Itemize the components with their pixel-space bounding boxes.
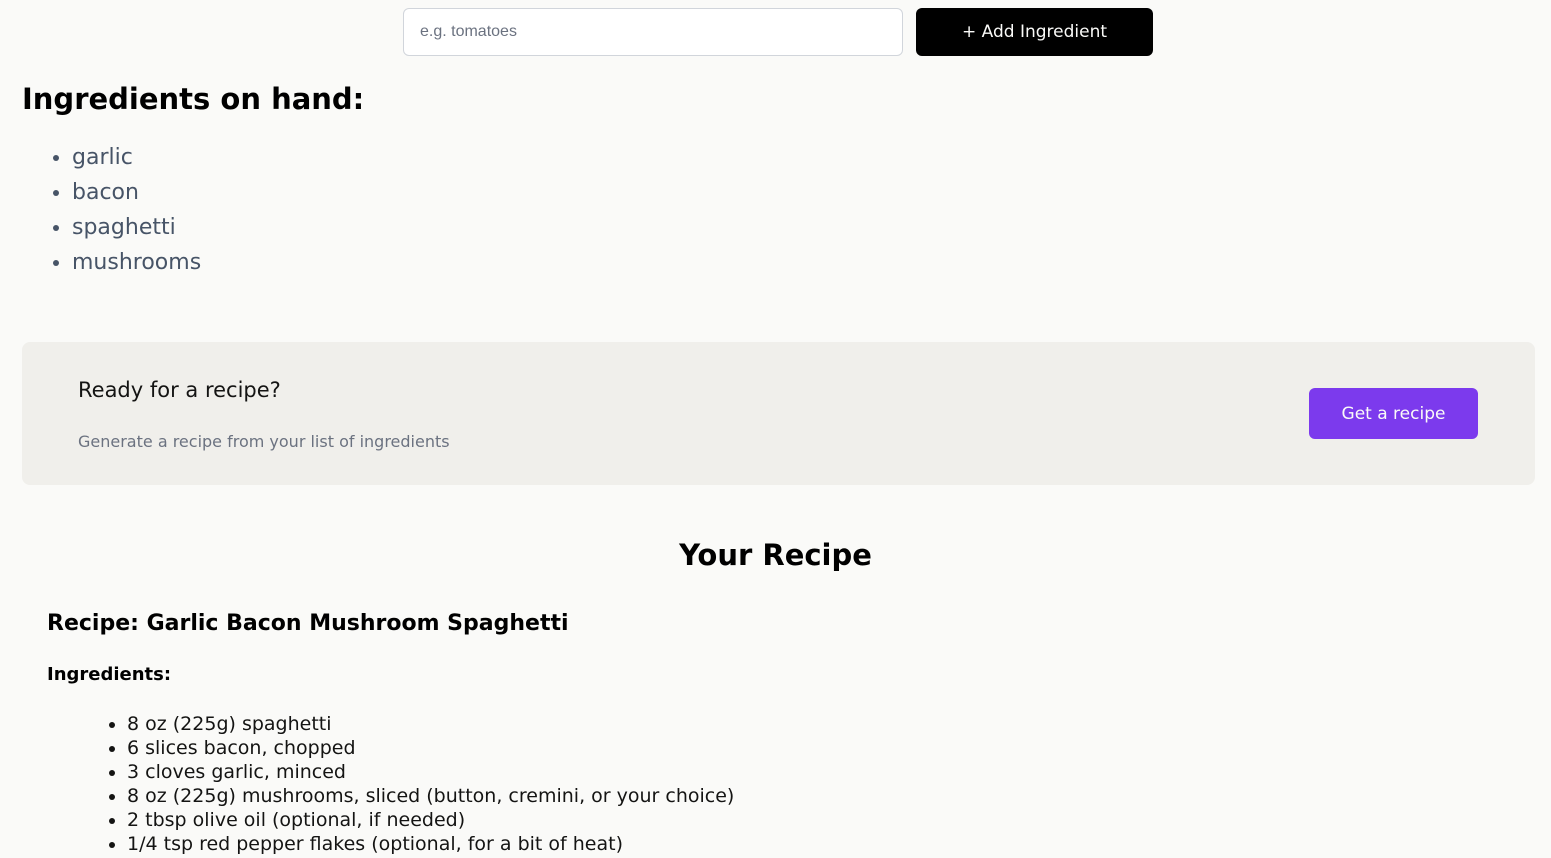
ingredients-list: garlic bacon spaghetti mushrooms bbox=[22, 140, 364, 280]
ingredient-item: garlic bbox=[72, 140, 364, 175]
add-ingredient-form: + Add Ingredient bbox=[403, 8, 1153, 56]
recipe-name: Recipe: Garlic Bacon Mushroom Spaghetti bbox=[47, 611, 569, 636]
ingredient-item: mushrooms bbox=[72, 245, 364, 280]
add-ingredient-button[interactable]: + Add Ingredient bbox=[916, 8, 1153, 56]
recipe-ingredient-item: 2 tbsp olive oil (optional, if needed) bbox=[127, 808, 1507, 832]
get-recipe-button[interactable]: Get a recipe bbox=[1309, 388, 1478, 439]
recipe-content: Recipe: Garlic Bacon Mushroom Spaghetti … bbox=[47, 608, 1507, 856]
recipe-ingredient-item: 8 oz (225g) spaghetti bbox=[127, 712, 1507, 736]
recipe-ingredient-item: 6 slices bacon, chopped bbox=[127, 736, 1507, 760]
ingredient-input[interactable] bbox=[403, 8, 903, 56]
ingredient-item: spaghetti bbox=[72, 210, 364, 245]
recipe-ingredients-heading: Ingredients: bbox=[47, 664, 172, 685]
ingredient-item: bacon bbox=[72, 175, 364, 210]
recipe-ingredients-list: 8 oz (225g) spaghetti 6 slices bacon, ch… bbox=[47, 712, 1507, 856]
recipe-ingredient-item: 1/4 tsp red pepper flakes (optional, for… bbox=[127, 832, 1507, 856]
ingredients-title: Ingredients on hand: bbox=[22, 82, 365, 116]
cta-heading: Ready for a recipe? bbox=[78, 378, 281, 402]
cta-subtext: Generate a recipe from your list of ingr… bbox=[78, 432, 450, 451]
recipe-ingredient-item: 3 cloves garlic, minced bbox=[127, 760, 1507, 784]
recipe-ingredient-item: 8 oz (225g) mushrooms, sliced (button, c… bbox=[127, 784, 1507, 808]
recipe-section-title: Your Recipe bbox=[679, 538, 872, 572]
ingredients-on-hand-section: Ingredients on hand: garlic bacon spaghe… bbox=[22, 80, 364, 280]
get-recipe-panel: Ready for a recipe? Generate a recipe fr… bbox=[22, 342, 1535, 485]
